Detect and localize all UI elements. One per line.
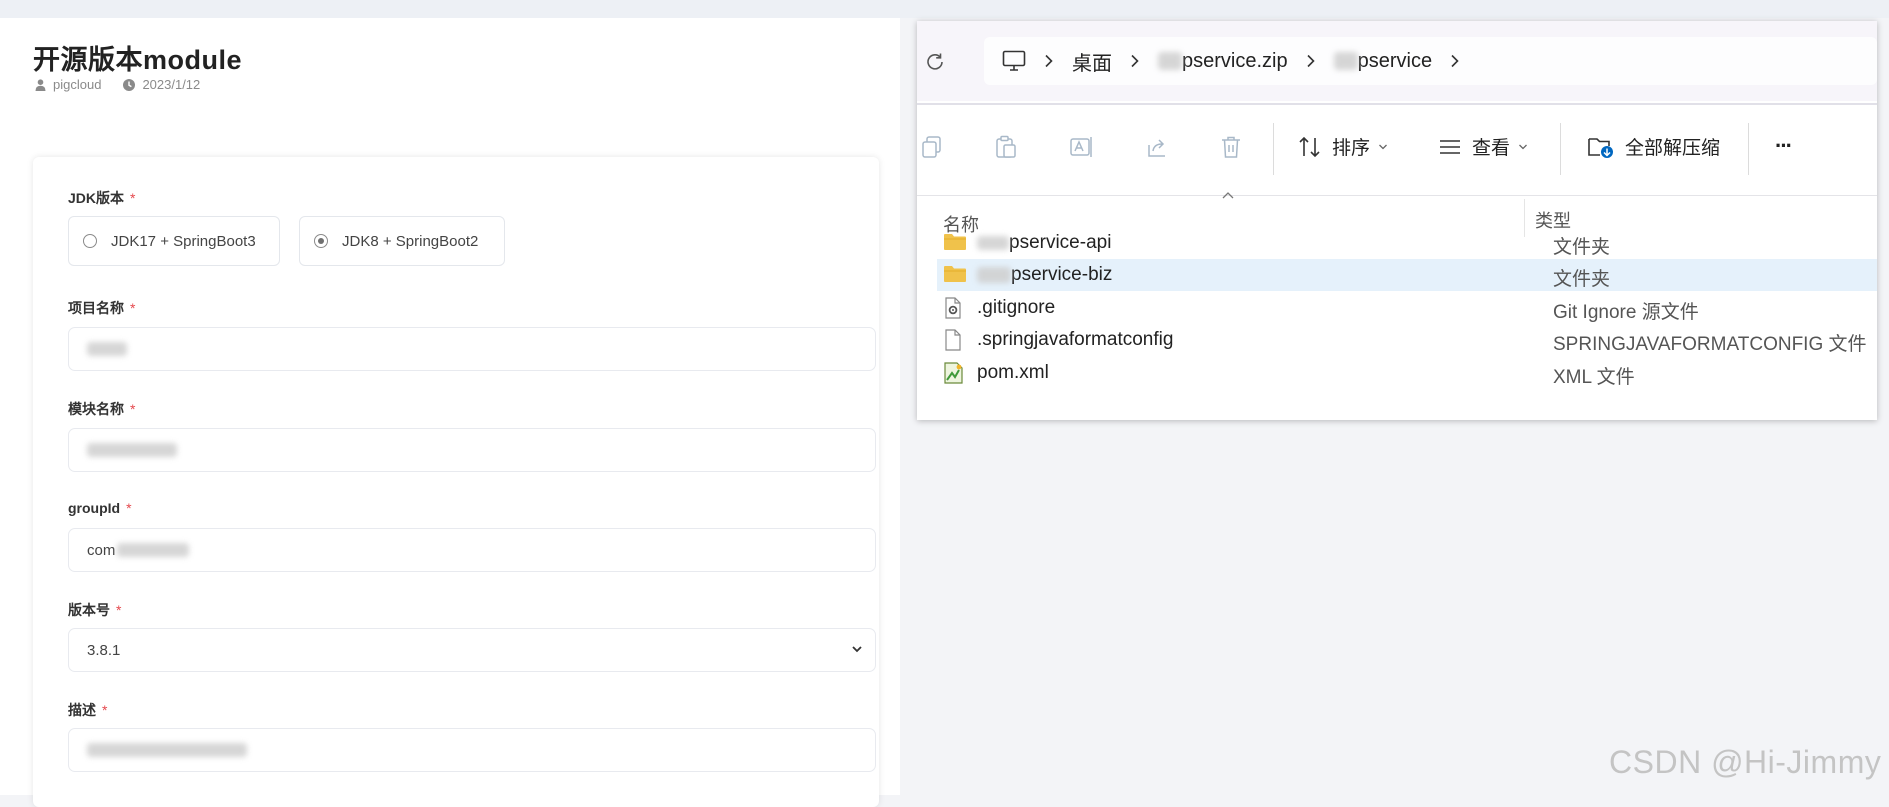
file-type: XML 文件: [1553, 367, 1635, 388]
redacted-value: [977, 236, 1009, 250]
file-type: SPRINGJAVAFORMATCONFIG 文件: [1553, 334, 1867, 355]
breadcrumb-folder-label: pservice: [1357, 49, 1433, 72]
folder-icon: [944, 266, 966, 282]
redacted-value: [87, 443, 177, 457]
redacted-value: [87, 743, 247, 757]
sort-button[interactable]: 排序: [1298, 133, 1398, 160]
page-title: 开源版本module: [33, 45, 243, 75]
address-bar[interactable]: 桌面 pservice.zip pservice: [984, 37, 1877, 85]
file-name: .gitignore: [977, 297, 1056, 318]
xml-file-icon: [944, 362, 963, 384]
chevron-right-icon: [1130, 54, 1140, 68]
version-label: 版本号 *: [68, 602, 122, 618]
sort-label: 排序: [1332, 138, 1371, 159]
project-name-input[interactable]: [68, 327, 876, 371]
extract-folder-icon: [1588, 137, 1613, 158]
jdk-label: JDK版本 *: [68, 190, 136, 206]
jdk17-option[interactable]: JDK17 + SpringBoot3: [68, 216, 280, 266]
extract-all-button[interactable]: 全部解压缩: [1587, 133, 1720, 160]
chevron-right-icon: [1044, 54, 1054, 68]
module-name-label: 模块名称 *: [68, 401, 136, 417]
user-icon: [35, 78, 46, 91]
sort-icon: [1299, 136, 1320, 157]
rename-icon[interactable]: [1069, 135, 1095, 159]
group-id-input[interactable]: com: [68, 528, 876, 572]
address-row: 桌面 pservice.zip pservice: [917, 21, 1877, 101]
view-button[interactable]: 查看: [1438, 133, 1538, 160]
description-label: 描述 *: [68, 702, 108, 718]
breadcrumb-folder[interactable]: pservice: [1333, 49, 1433, 73]
file-row[interactable]: pom.xml XML 文件: [937, 357, 1877, 389]
file-explorer-window: 桌面 pservice.zip pservice 排序 查看 全部解压缩 ···…: [917, 21, 1877, 420]
group-id-value: com: [87, 541, 116, 559]
breadcrumb-zip-label: pservice.zip: [1182, 49, 1288, 72]
description-input[interactable]: [68, 728, 876, 772]
redacted-value: [117, 543, 190, 557]
radio-checked-icon: [314, 234, 328, 248]
file-type: 文件夹: [1553, 269, 1611, 290]
redacted-value: [977, 267, 1011, 283]
more-options-button[interactable]: ···: [1775, 133, 1793, 159]
command-bar: 排序 查看 全部解压缩 ···: [917, 103, 1877, 196]
author-meta: pigcloud: [35, 77, 101, 92]
computer-icon: [1002, 50, 1026, 71]
file-row-selected[interactable]: pservice-biz 文件夹: [937, 259, 1877, 291]
chevron-right-icon[interactable]: [1450, 54, 1460, 68]
extract-all-label: 全部解压缩: [1625, 138, 1721, 159]
refresh-icon[interactable]: [925, 51, 945, 71]
file-name: pservice-api: [977, 232, 1111, 254]
jdk8-option[interactable]: JDK8 + SpringBoot2: [299, 216, 505, 266]
toolbar-divider: [1560, 123, 1561, 175]
file-icon: [945, 329, 961, 351]
more-options-label: ···: [1775, 133, 1793, 158]
paste-icon[interactable]: [995, 135, 1017, 159]
top-strip: [0, 0, 1889, 18]
copy-icon[interactable]: [921, 135, 943, 159]
share-icon[interactable]: [1145, 135, 1169, 159]
file-name: .springjavaformatconfig: [977, 329, 1174, 350]
file-name: pservice-biz: [977, 264, 1112, 286]
view-lines-icon: [1440, 139, 1460, 154]
jdk17-option-label: JDK17 + SpringBoot3: [111, 232, 256, 250]
file-row[interactable]: .gitignore Git Ignore 源文件: [937, 292, 1877, 324]
group-id-label: groupId *: [68, 500, 132, 516]
publish-date: 2023/1/12: [142, 77, 201, 92]
file-name: pom.xml: [977, 362, 1049, 383]
version-value: 3.8.1: [87, 641, 121, 659]
view-label: 查看: [1472, 138, 1511, 159]
chevron-right-icon: [1306, 54, 1316, 68]
chevron-down-icon: [1519, 144, 1527, 149]
watermark: CSDN @Hi-Jimmy: [1609, 744, 1882, 780]
toolbar-divider: [1748, 123, 1749, 175]
chevron-down-icon: [852, 646, 862, 653]
module-form: JDK版本 * JDK17 + SpringBoot3 JDK8 + Spring…: [33, 157, 879, 807]
gear-file-icon: [945, 297, 961, 319]
folder-icon: [944, 234, 966, 250]
radio-unchecked-icon: [83, 234, 97, 248]
trash-icon[interactable]: [1220, 135, 1242, 159]
sort-caret-icon: [1222, 192, 1234, 199]
breadcrumb-desktop[interactable]: 桌面: [1072, 47, 1112, 76]
jdk8-option-label: JDK8 + SpringBoot2: [342, 232, 479, 250]
redacted-value: [1333, 52, 1358, 70]
version-select[interactable]: 3.8.1: [68, 628, 876, 672]
date-meta: 2023/1/12: [123, 77, 200, 92]
clock-icon: [123, 78, 136, 91]
redacted-value: [87, 342, 127, 356]
breadcrumb-zip[interactable]: pservice.zip: [1158, 50, 1288, 73]
file-row[interactable]: pservice-api 文件夹: [937, 227, 1877, 259]
file-row[interactable]: .springjavaformatconfig SPRINGJAVAFORMAT…: [937, 324, 1877, 356]
project-name-label: 项目名称 *: [68, 300, 136, 316]
toolbar-divider: [1273, 123, 1274, 175]
chevron-down-icon: [1379, 144, 1387, 149]
page-meta: pigcloud 2023/1/12: [35, 77, 222, 92]
redacted-value: [1158, 52, 1182, 70]
file-type: 文件夹: [1553, 237, 1611, 258]
file-type: Git Ignore 源文件: [1553, 302, 1699, 323]
author-name[interactable]: pigcloud: [53, 77, 101, 92]
module-name-input[interactable]: [68, 428, 876, 472]
